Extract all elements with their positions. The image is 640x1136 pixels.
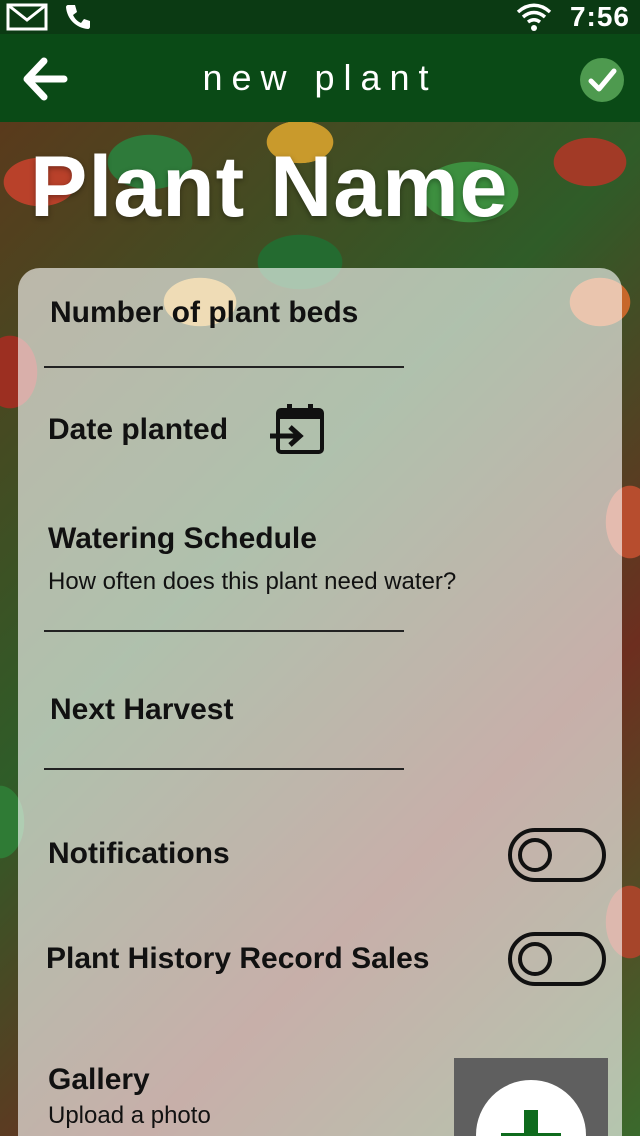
calendar-import-icon <box>270 404 324 454</box>
gallery-label: Gallery <box>48 1063 150 1096</box>
app-bar: new plant <box>0 34 640 122</box>
history-toggle[interactable] <box>508 932 606 986</box>
plus-icon <box>476 1080 586 1136</box>
next-harvest-input[interactable] <box>44 768 404 770</box>
history-label: Plant History Record Sales <box>46 942 430 975</box>
phone-icon <box>66 5 90 29</box>
arrow-left-icon <box>23 57 68 101</box>
notifications-toggle[interactable] <box>508 828 606 882</box>
date-planted-label: Date planted <box>48 413 229 446</box>
toggle-knob <box>518 838 552 872</box>
check-icon <box>588 68 617 92</box>
watering-schedule-label: Watering Schedule <box>48 522 317 555</box>
notifications-label: Notifications <box>48 837 230 870</box>
plant-beds-label: Number of plant beds <box>50 296 359 329</box>
page-title: new plant <box>202 57 438 98</box>
next-harvest-label: Next Harvest <box>50 693 234 726</box>
mail-icon <box>6 3 48 31</box>
wifi-icon <box>516 3 552 31</box>
status-bar: 7:56 <box>0 0 640 34</box>
confirm-button[interactable] <box>580 58 624 102</box>
date-picker-button[interactable] <box>268 402 326 461</box>
status-time: 7:56 <box>569 1 630 32</box>
gallery-hint: Upload a photo <box>48 1102 211 1129</box>
toggle-knob <box>518 942 552 976</box>
plant-name-heading[interactable]: Plant Name <box>30 138 508 237</box>
watering-schedule-hint: How often does this plant need water? <box>48 568 457 595</box>
plant-beds-input[interactable] <box>44 366 404 368</box>
back-button[interactable] <box>22 56 68 102</box>
watering-schedule-input[interactable] <box>44 630 404 632</box>
upload-photo-button[interactable] <box>454 1058 608 1136</box>
